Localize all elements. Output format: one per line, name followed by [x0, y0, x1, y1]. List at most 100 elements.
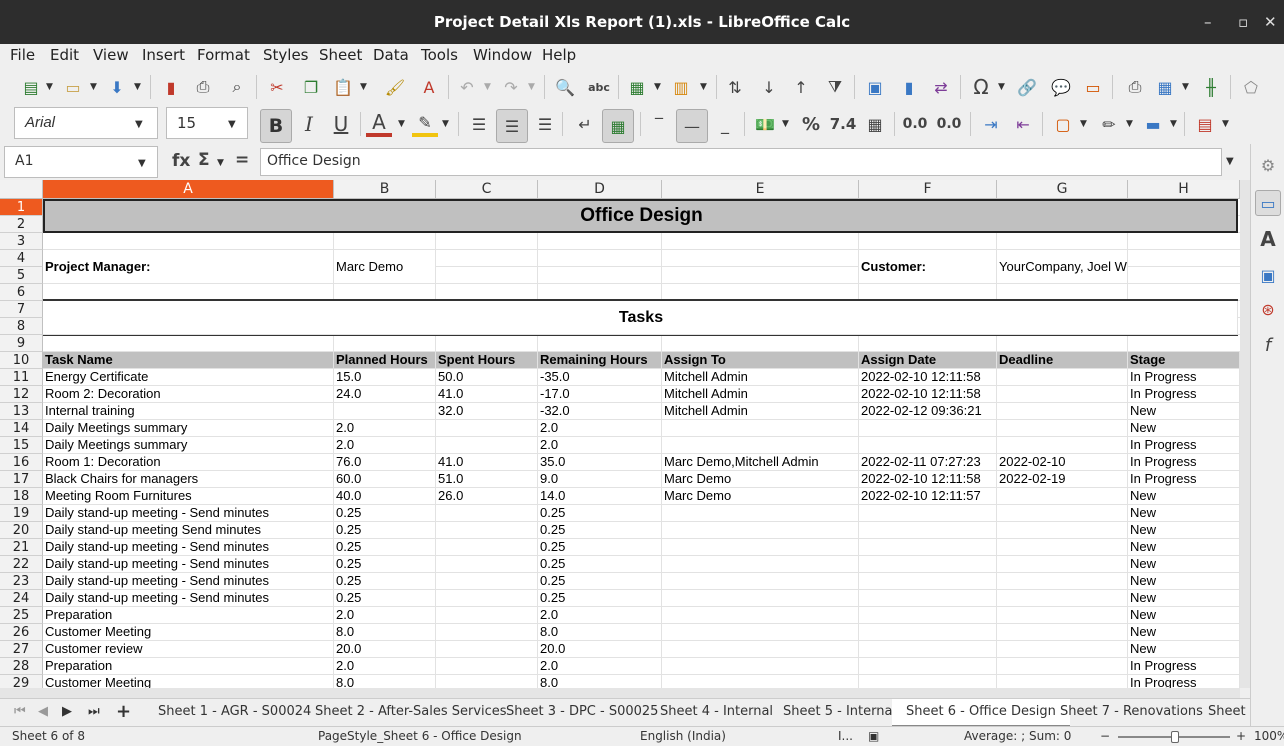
date-format-icon[interactable]: ▦ — [862, 111, 888, 137]
task-cell[interactable]: New — [1128, 522, 1240, 539]
row-header-26[interactable]: 26 — [0, 624, 43, 641]
paste-icon[interactable]: 📋 — [330, 74, 356, 100]
task-column-header[interactable]: Stage — [1128, 352, 1240, 369]
task-cell[interactable]: 2.0 — [334, 607, 436, 624]
task-cell[interactable]: 0.25 — [538, 505, 662, 522]
minimize-icon[interactable]: – — [1204, 13, 1212, 31]
row-header-17[interactable]: 17 — [0, 471, 43, 488]
save-dropdown-icon[interactable]: ▼ — [134, 82, 141, 92]
task-cell[interactable]: 26.0 — [436, 488, 538, 505]
row-header-1[interactable]: 1 — [0, 199, 43, 216]
sum-icon[interactable]: Σ — [198, 150, 210, 170]
task-cell[interactable]: 41.0 — [436, 454, 538, 471]
open-dropdown-icon[interactable]: ▼ — [90, 82, 97, 92]
task-cell[interactable]: Preparation — [43, 607, 334, 624]
task-cell[interactable]: In Progress — [1128, 437, 1240, 454]
border-style-dropdown-icon[interactable]: ▼ — [1126, 119, 1133, 129]
task-cell[interactable]: Preparation — [43, 658, 334, 675]
row-header-12[interactable]: 12 — [0, 386, 43, 403]
menu-tools[interactable]: Tools — [421, 46, 458, 64]
aggregate-display[interactable]: Average: ; Sum: 0 — [964, 729, 1071, 743]
autofilter-icon[interactable]: ⧩ — [822, 74, 848, 100]
task-cell[interactable]: New — [1128, 607, 1240, 624]
task-cell[interactable]: 2022-02-10 12:11:58 — [859, 471, 997, 488]
menu-format[interactable]: Format — [197, 46, 250, 64]
sheet-title[interactable]: Office Design — [43, 199, 1238, 233]
task-cell[interactable]: 2022-02-10 12:11:57 — [859, 488, 997, 505]
insert-image-icon[interactable]: ▣ — [862, 74, 888, 100]
row-header-20[interactable]: 20 — [0, 522, 43, 539]
task-cell[interactable]: Customer review — [43, 641, 334, 658]
new-document-icon[interactable]: ▤ — [18, 74, 44, 100]
task-cell[interactable]: Daily stand-up meeting - Send minutes — [43, 573, 334, 590]
freeze-dropdown-icon[interactable]: ▼ — [1182, 82, 1189, 92]
tab-sheet-1[interactable]: Sheet 1 - AGR - S00024 — [158, 704, 311, 719]
menu-styles[interactable]: Styles — [263, 46, 309, 64]
task-column-header[interactable]: Task Name — [43, 352, 334, 369]
task-cell[interactable]: Marc Demo,Mitchell Admin — [662, 454, 859, 471]
align-bottom-icon[interactable]: _ — [712, 111, 738, 137]
horizontal-scrollbar[interactable] — [0, 688, 1240, 698]
task-column-header[interactable]: Assign To — [662, 352, 859, 369]
menu-sheet[interactable]: Sheet — [319, 46, 362, 64]
row-header-23[interactable]: 23 — [0, 573, 43, 590]
redo-icon[interactable]: ↷ — [498, 74, 524, 100]
tab-sheet-2[interactable]: Sheet 2 - After-Sales Services — [315, 704, 507, 719]
task-cell[interactable]: 0.25 — [334, 573, 436, 590]
project-manager-value[interactable]: Marc Demo — [334, 250, 436, 284]
task-cell[interactable]: 41.0 — [436, 386, 538, 403]
task-cell[interactable]: Daily stand-up meeting - Send minutes — [43, 556, 334, 573]
highlight-dropdown-icon[interactable]: ▼ — [442, 119, 449, 129]
task-cell[interactable]: Mitchell Admin — [662, 369, 859, 386]
header-footer-icon[interactable]: ▭ — [1080, 74, 1106, 100]
task-cell[interactable]: Room 1: Decoration — [43, 454, 334, 471]
menu-data[interactable]: Data — [373, 46, 409, 64]
new-dropdown-icon[interactable]: ▼ — [46, 82, 53, 92]
decrease-indent-icon[interactable]: ⇤ — [1010, 111, 1036, 137]
task-cell[interactable]: Daily stand-up meeting - Send minutes — [43, 505, 334, 522]
task-cell[interactable]: -17.0 — [538, 386, 662, 403]
navigator-icon[interactable]: ⊛ — [1255, 296, 1281, 322]
task-column-header[interactable]: Planned Hours — [334, 352, 436, 369]
row-header-25[interactable]: 25 — [0, 607, 43, 624]
menu-view[interactable]: View — [93, 46, 129, 64]
hyperlink-icon[interactable]: 🔗 — [1014, 74, 1040, 100]
align-center-icon[interactable]: ☰ — [496, 109, 528, 143]
row-header-16[interactable]: 16 — [0, 454, 43, 471]
task-cell[interactable]: New — [1128, 641, 1240, 658]
function-wizard-icon[interactable]: fx — [172, 151, 190, 171]
task-cell[interactable]: In Progress — [1128, 658, 1240, 675]
tasks-title[interactable]: Tasks — [43, 301, 1238, 335]
expand-formula-icon[interactable]: ▼ — [1226, 156, 1234, 167]
tab-sheet-5[interactable]: Sheet 5 - Internal — [783, 704, 896, 719]
row-header-4[interactable]: 4 — [0, 250, 43, 267]
row-header-18[interactable]: 18 — [0, 488, 43, 505]
split-window-icon[interactable]: ╫ — [1198, 74, 1224, 100]
number-format-button[interactable]: 7.4 — [830, 111, 857, 137]
row-header-8[interactable]: 8 — [0, 318, 43, 335]
task-cell[interactable]: 2.0 — [538, 420, 662, 437]
border-style-icon[interactable]: ✏ — [1096, 111, 1122, 137]
task-cell[interactable]: 0.25 — [538, 573, 662, 590]
task-cell[interactable]: 40.0 — [334, 488, 436, 505]
name-box-dropdown-icon[interactable]: ▼ — [138, 158, 146, 169]
undo-icon[interactable]: ↶ — [454, 74, 480, 100]
font-size-dropdown-icon[interactable]: ▼ — [228, 119, 236, 130]
task-cell[interactable]: New — [1128, 556, 1240, 573]
row-header-27[interactable]: 27 — [0, 641, 43, 658]
underline-button[interactable]: U — [328, 111, 354, 137]
pivot-table-icon[interactable]: ⇄ — [928, 74, 954, 100]
bold-button[interactable]: B — [260, 109, 292, 143]
sort-descending-icon[interactable]: ↑ — [788, 74, 814, 100]
column-header-h[interactable]: H — [1128, 180, 1240, 199]
border-color-dropdown-icon[interactable]: ▼ — [1170, 119, 1177, 129]
task-cell[interactable]: 35.0 — [538, 454, 662, 471]
task-cell[interactable]: New — [1128, 505, 1240, 522]
task-cell[interactable]: Daily Meetings summary — [43, 420, 334, 437]
row-header-2[interactable]: 2 — [0, 216, 43, 233]
task-cell[interactable]: New — [1128, 403, 1240, 420]
task-cell[interactable]: 2.0 — [334, 658, 436, 675]
task-cell[interactable]: 50.0 — [436, 369, 538, 386]
currency-icon[interactable]: 💵 — [752, 111, 778, 137]
menu-edit[interactable]: Edit — [50, 46, 79, 64]
